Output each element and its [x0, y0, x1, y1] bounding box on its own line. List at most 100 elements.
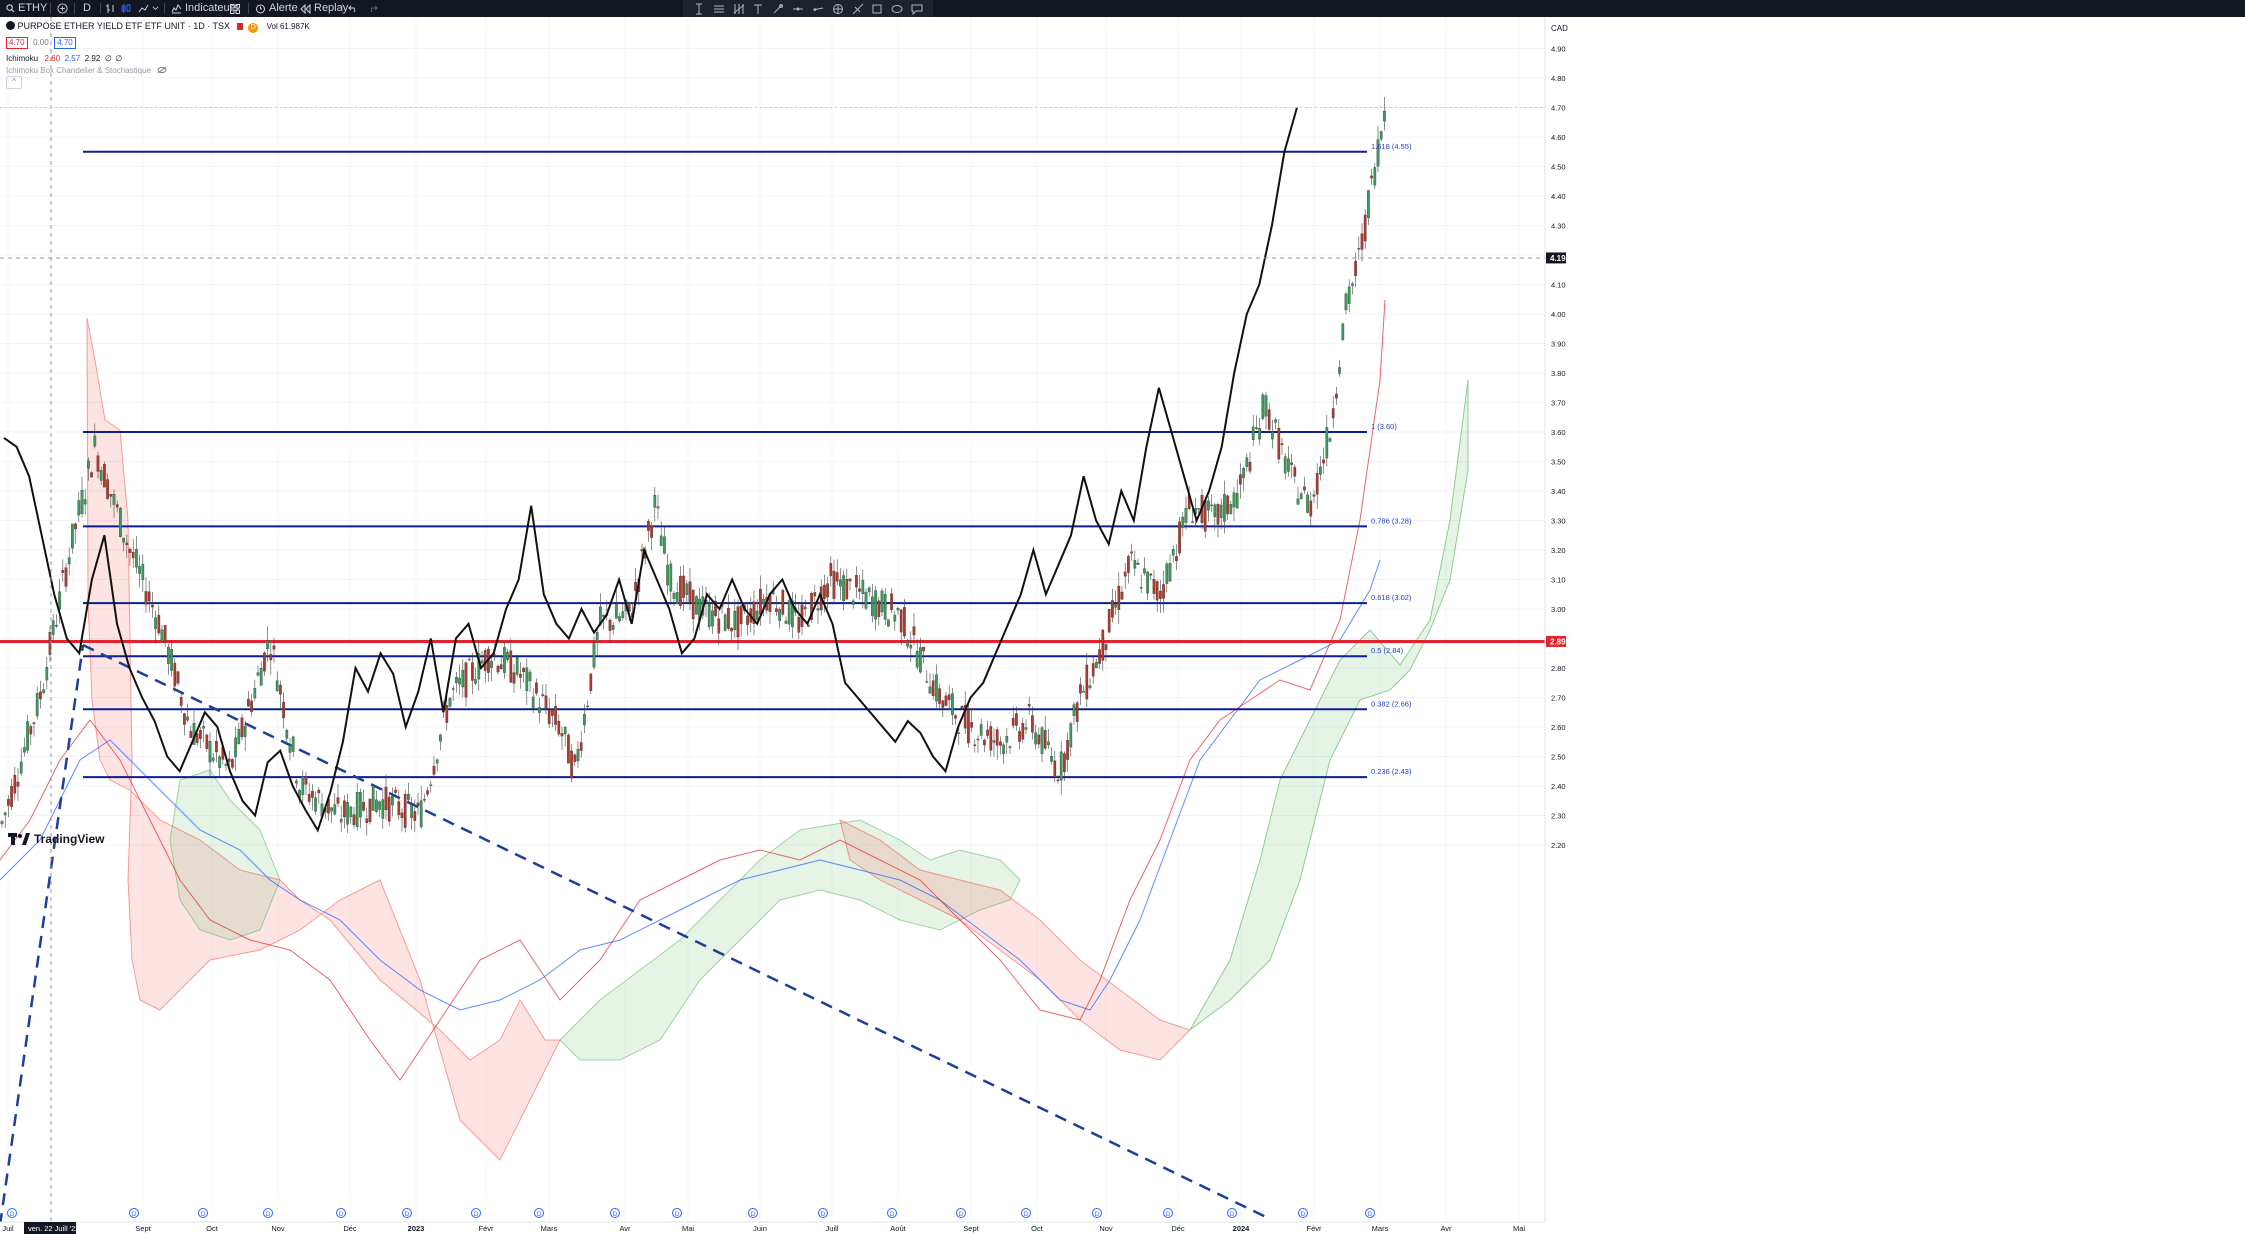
current-price-text: 4.19 [1550, 254, 1566, 263]
price-axis[interactable]: CAD 4.904.804.704.604.504.404.304.204.10… [1544, 17, 2245, 1234]
bid-price[interactable]: 4.70 [6, 37, 28, 49]
replay-button[interactable]: Replay [300, 0, 348, 17]
flag-icon[interactable] [236, 23, 243, 30]
candle [1008, 745, 1012, 754]
redo-button[interactable] [368, 0, 378, 17]
candle [1287, 446, 1290, 477]
price-tick-19: 3.00 [1551, 605, 1566, 614]
time-tick-19: Mars [1372, 1224, 1389, 1233]
candle-body [122, 537, 125, 543]
eye-off-icon[interactable] [157, 66, 167, 74]
candle-body [746, 615, 749, 625]
candle-body [1091, 663, 1095, 677]
text-tool-icon[interactable] [752, 3, 764, 15]
trend-line-icon[interactable] [792, 3, 804, 15]
chart-type-dropdown[interactable] [152, 0, 159, 17]
price-tick-12: 3.70 [1551, 399, 1566, 408]
dividend-marker[interactable]: D [336, 1208, 346, 1219]
ask-price[interactable]: 4.70 [54, 37, 76, 49]
undo-button[interactable] [348, 0, 358, 17]
brush-icon[interactable] [772, 3, 784, 15]
compare-button[interactable] [57, 0, 68, 17]
grid-lines [0, 17, 1545, 1222]
rectangle-icon[interactable] [871, 3, 883, 15]
candle [1315, 463, 1319, 509]
dividend-marker[interactable]: D [887, 1208, 897, 1219]
dividend-marker[interactable]: D [1227, 1208, 1237, 1219]
dividend-marker[interactable]: D [1163, 1208, 1173, 1219]
candle [1018, 727, 1021, 750]
candle-body [759, 589, 762, 615]
dividend-marker[interactable]: D [818, 1208, 828, 1219]
alert-button[interactable]: Alerte [255, 0, 298, 17]
candle-body [1063, 753, 1066, 773]
candle [435, 758, 439, 772]
dividend-marker[interactable]: D [956, 1208, 966, 1219]
dividend-marker[interactable]: D [610, 1208, 620, 1219]
candle [1363, 209, 1367, 250]
dividend-marker[interactable]: D [263, 1208, 273, 1219]
candle-body [1011, 718, 1015, 726]
candle [1219, 498, 1223, 530]
candle-body [586, 705, 589, 708]
ellipse-icon[interactable] [891, 3, 903, 15]
tradingview-logo[interactable]: TradingView [8, 832, 104, 846]
candle-body [1290, 462, 1293, 465]
bar-style-button[interactable] [106, 0, 116, 17]
dividend-marker[interactable]: D [7, 1208, 17, 1219]
symbol-legend[interactable]: PURPOSE ETHER YIELD ETF ETF UNIT · 1D · … [6, 21, 310, 33]
dividend-marker[interactable]: D [534, 1208, 544, 1219]
dividend-marker[interactable]: D [1092, 1208, 1102, 1219]
interval-button[interactable]: D [83, 0, 91, 17]
candle-body [1251, 426, 1255, 440]
dividend-marker[interactable]: D [1365, 1208, 1375, 1219]
candle-style-button[interactable] [121, 0, 131, 17]
dividend-marker[interactable]: D [748, 1208, 758, 1219]
dividend-letter: D [821, 1212, 826, 1218]
candle-body [563, 726, 567, 735]
candle-body [1098, 649, 1101, 664]
templates-button[interactable] [230, 0, 240, 17]
collapse-legend-button[interactable]: ^ [6, 76, 22, 89]
cursor-text-icon[interactable] [693, 3, 705, 15]
line-style-button[interactable] [138, 0, 149, 17]
dividend-marker[interactable]: D [672, 1208, 682, 1219]
fib-tool-icon[interactable] [733, 3, 745, 15]
comment-icon[interactable] [911, 3, 923, 15]
candle [573, 753, 577, 767]
currency-label[interactable]: CAD [1551, 24, 1568, 33]
dividend-marker[interactable]: D [1021, 1208, 1031, 1219]
candle [1072, 702, 1076, 725]
candle [1037, 727, 1041, 749]
dividend-marker[interactable]: D [1298, 1208, 1308, 1219]
pitchfork-icon[interactable] [852, 3, 864, 15]
candle-body [1347, 286, 1351, 304]
indicator2-legend[interactable]: Ichimoku Box Chandelier & Stochastique [6, 65, 167, 75]
crosshair-icon[interactable] [832, 3, 844, 15]
price-chart[interactable]: 1 (3.60) 0.786 (3.28) 0.618 (3.02) 0.5 (2.8… [0, 17, 2245, 1234]
candle [183, 712, 186, 736]
dashed-rise-line[interactable] [0, 644, 85, 1226]
symbol-search[interactable]: ETHY [6, 0, 47, 17]
dividend-letter: D [1301, 1212, 1306, 1218]
dividend-marker[interactable]: D [198, 1208, 208, 1219]
candle-body [685, 583, 689, 595]
dividend-marker[interactable]: D [471, 1208, 481, 1219]
candle-body [234, 737, 237, 758]
horizontal-lines-icon[interactable] [713, 3, 725, 15]
dividend-marker[interactable]: D [129, 1208, 139, 1219]
ichimoku-legend[interactable]: Ichimoku 2.60 2.57 2.92 ∅ ∅ [6, 53, 122, 63]
candle-body [51, 620, 55, 635]
time-axis[interactable]: Juil Sept Oct Nov Déc 2023 Févr Mars Avr Mai Juin J… [0, 1221, 2245, 1234]
candle [867, 586, 871, 597]
candle-body [1213, 504, 1217, 518]
ray-line-icon[interactable] [812, 3, 824, 15]
fibonacci-levels[interactable] [83, 150, 1367, 779]
indicators-button[interactable]: Indicateurs [171, 0, 239, 17]
candle-body [547, 710, 551, 725]
candle [375, 790, 378, 814]
dividend-marker[interactable]: D [402, 1208, 412, 1219]
candle-body [16, 781, 20, 787]
candle [1120, 585, 1124, 601]
candle [1210, 494, 1213, 513]
